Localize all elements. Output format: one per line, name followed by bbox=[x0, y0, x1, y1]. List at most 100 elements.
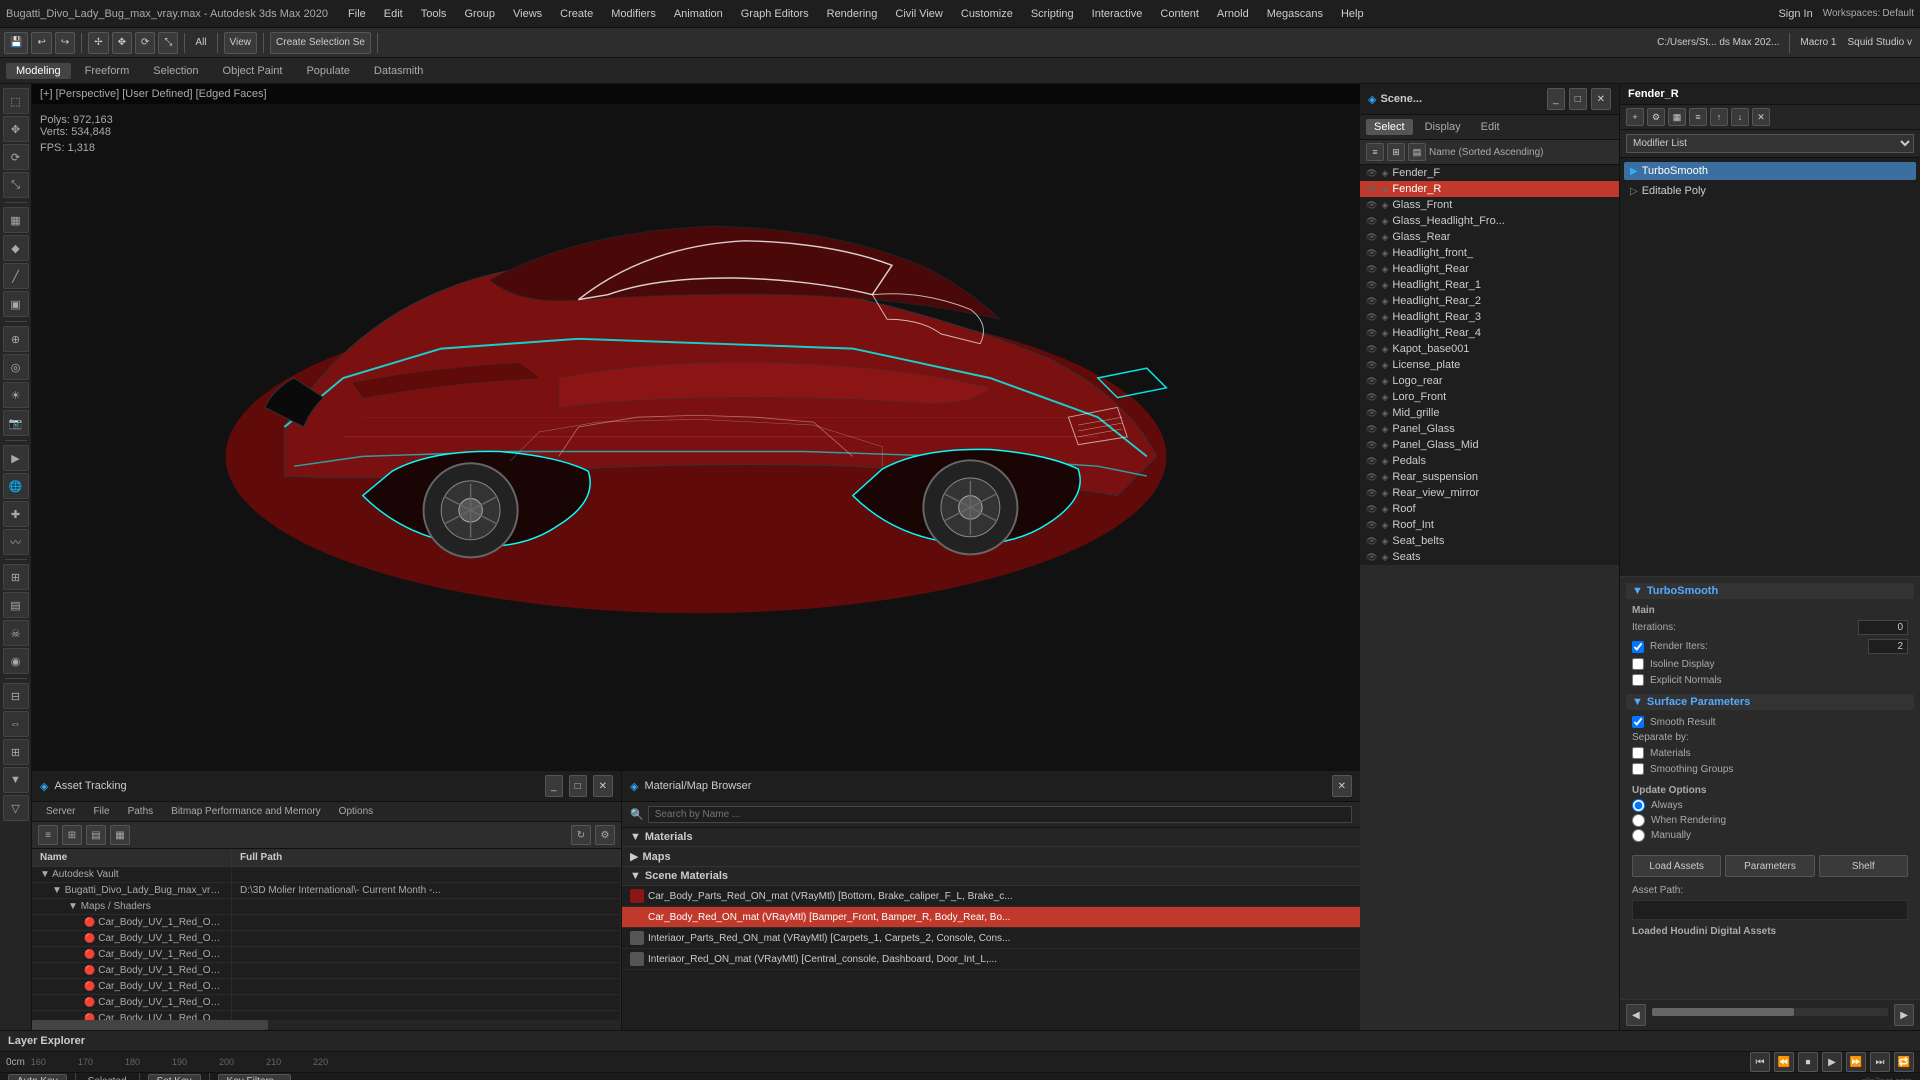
list-item[interactable]: 👁 ◈ License_plate bbox=[1360, 357, 1619, 373]
render-icon[interactable]: ◈ bbox=[1381, 456, 1388, 467]
visibility-icon[interactable]: 👁 bbox=[1366, 376, 1377, 387]
render-icon[interactable]: ◈ bbox=[1381, 280, 1388, 291]
scene-tb-btn2[interactable]: ⊞ bbox=[1387, 143, 1405, 161]
render-icon[interactable]: ◈ bbox=[1381, 424, 1388, 435]
select-btn[interactable]: ✢ bbox=[88, 32, 108, 54]
list-item[interactable]: ▼ Maps / Shaders bbox=[32, 899, 621, 915]
menu-content[interactable]: Content bbox=[1152, 6, 1207, 22]
undo-btn[interactable]: ↩ bbox=[31, 32, 51, 54]
tool-select[interactable]: ⬚ bbox=[3, 88, 29, 114]
tool-edge[interactable]: ╱ bbox=[3, 263, 29, 289]
render-icon[interactable]: ◈ bbox=[1381, 552, 1388, 563]
tool-space-warp[interactable]: 〰 bbox=[3, 529, 29, 555]
mod-tb-2[interactable]: ⚙ bbox=[1647, 108, 1665, 126]
menu-interactive[interactable]: Interactive bbox=[1084, 6, 1151, 22]
tool-array[interactable]: ⊞ bbox=[3, 739, 29, 765]
list-item[interactable]: 👁 ◈ Headlight_front_ bbox=[1360, 245, 1619, 261]
list-item[interactable]: 👁 ◈ Panel_Glass_Mid bbox=[1360, 437, 1619, 453]
render-icon[interactable]: ◈ bbox=[1381, 184, 1388, 195]
visibility-icon[interactable]: 👁 bbox=[1366, 520, 1377, 531]
visibility-icon[interactable]: 👁 bbox=[1366, 536, 1377, 547]
render-icon[interactable]: ◈ bbox=[1381, 312, 1388, 323]
tab-modeling[interactable]: Modeling bbox=[6, 63, 71, 79]
list-item[interactable]: 👁 ◈ Headlight_Rear bbox=[1360, 261, 1619, 277]
modifier-item-editable-poly[interactable]: ▷ Editable Poly bbox=[1624, 182, 1916, 200]
scene-close[interactable]: ✕ bbox=[1591, 88, 1611, 110]
list-item[interactable]: Interiaor_Red_ON_mat (VRayMtl) [Central_… bbox=[622, 949, 1360, 970]
menu-create[interactable]: Create bbox=[552, 6, 601, 22]
playback-stop[interactable]: ⏹ bbox=[1798, 1052, 1818, 1072]
tab-object-paint[interactable]: Object Paint bbox=[213, 63, 293, 79]
tool-env[interactable]: 🌐 bbox=[3, 473, 29, 499]
menu-customize[interactable]: Customize bbox=[953, 6, 1021, 22]
playback-loop[interactable]: 🔁 bbox=[1894, 1052, 1914, 1072]
tab-display[interactable]: Display bbox=[1417, 119, 1469, 135]
mb-close[interactable]: ✕ bbox=[1332, 775, 1352, 797]
render-icon[interactable]: ◈ bbox=[1381, 264, 1388, 275]
at-minimize[interactable]: _ bbox=[545, 775, 563, 797]
list-item[interactable]: ▼ Bugatti_Divo_Lady_Bug_max_vray.max D:\… bbox=[32, 883, 621, 899]
list-item[interactable]: Car_Body_Red_ON_mat (VRayMtl) [Bamper_Fr… bbox=[622, 907, 1360, 928]
render-icon[interactable]: ◈ bbox=[1381, 232, 1388, 243]
tool-snaps[interactable]: ⊞ bbox=[3, 564, 29, 590]
visibility-icon[interactable]: 👁 bbox=[1366, 280, 1377, 291]
playback-prev[interactable]: ⏪ bbox=[1774, 1052, 1794, 1072]
save-btn[interactable]: 💾 bbox=[4, 32, 28, 54]
menu-group[interactable]: Group bbox=[456, 6, 503, 22]
tool-face[interactable]: ▣ bbox=[3, 291, 29, 317]
auto-key-btn[interactable]: Auto Key bbox=[8, 1074, 67, 1080]
menu-help[interactable]: Help bbox=[1333, 6, 1372, 22]
load-assets-btn[interactable]: Load Assets bbox=[1632, 855, 1721, 877]
tab-freeform[interactable]: Freeform bbox=[75, 63, 140, 79]
list-item[interactable]: 👁 ◈ Headlight_Rear_4 bbox=[1360, 325, 1619, 341]
mod-tb-3[interactable]: ▦ bbox=[1668, 108, 1686, 126]
rotate-btn[interactable]: ⟳ bbox=[135, 32, 155, 54]
tool-align[interactable]: ⊟ bbox=[3, 683, 29, 709]
at-tb-detail[interactable]: ▤ bbox=[86, 825, 106, 845]
tool-create[interactable]: ⊕ bbox=[3, 326, 29, 352]
visibility-icon[interactable]: 👁 bbox=[1366, 344, 1377, 355]
at-menu-paths[interactable]: Paths bbox=[120, 805, 162, 818]
at-maximize[interactable]: □ bbox=[569, 775, 587, 797]
menu-views[interactable]: Views bbox=[505, 6, 550, 22]
render-icon[interactable]: ◈ bbox=[1381, 392, 1388, 403]
parameters-btn[interactable]: Parameters bbox=[1725, 855, 1814, 877]
visibility-icon[interactable]: 👁 bbox=[1366, 440, 1377, 451]
iterations-input[interactable] bbox=[1858, 620, 1908, 635]
mb-section-maps[interactable]: ▶ Maps bbox=[622, 847, 1360, 867]
tool-polygon[interactable]: ▦ bbox=[3, 207, 29, 233]
list-item[interactable]: 👁 ◈ Seat_belts bbox=[1360, 533, 1619, 549]
visibility-icon[interactable]: 👁 bbox=[1366, 360, 1377, 371]
key-filters-btn[interactable]: Key Filters... bbox=[218, 1074, 292, 1080]
list-item[interactable]: 🔴Car_Body_UV_1_Red_ON_Glossiness.png bbox=[32, 947, 621, 963]
render-icon[interactable]: ◈ bbox=[1381, 344, 1388, 355]
list-item[interactable]: 🔴Car_Body_UV_1_Red_ON_Diffuse.png bbox=[32, 915, 621, 931]
list-item[interactable]: 🔴Car_Body_UV_1_Red_ON_Refraction.png bbox=[32, 995, 621, 1011]
mod-tb-7[interactable]: ✕ bbox=[1752, 108, 1770, 126]
shelf-btn[interactable]: Shelf bbox=[1819, 855, 1908, 877]
list-item[interactable]: 👁 ◈ Fender_R bbox=[1360, 181, 1619, 197]
at-tb-refresh[interactable]: ↻ bbox=[571, 825, 591, 845]
playback-play[interactable]: ▶ bbox=[1822, 1052, 1842, 1072]
list-item[interactable]: 👁 ◈ Glass_Front bbox=[1360, 197, 1619, 213]
at-scrollbar-h[interactable] bbox=[32, 1020, 621, 1030]
tool-move[interactable]: ✥ bbox=[3, 116, 29, 142]
render-icon[interactable]: ◈ bbox=[1381, 168, 1388, 179]
playback-first[interactable]: ⏮ bbox=[1750, 1052, 1770, 1072]
mod-tb-1[interactable]: + bbox=[1626, 108, 1644, 126]
at-tb-preview[interactable]: ▦ bbox=[110, 825, 130, 845]
tool-bones[interactable]: ☠ bbox=[3, 620, 29, 646]
visibility-icon[interactable]: 👁 bbox=[1366, 504, 1377, 515]
menu-tools[interactable]: Tools bbox=[413, 6, 455, 22]
menu-edit[interactable]: Edit bbox=[376, 6, 411, 22]
tool-skin[interactable]: ◉ bbox=[3, 648, 29, 674]
at-tb-grid[interactable]: ⊞ bbox=[62, 825, 82, 845]
menu-rendering[interactable]: Rendering bbox=[819, 6, 886, 22]
menu-arnold[interactable]: Arnold bbox=[1209, 6, 1257, 22]
explicit-normals-check[interactable] bbox=[1632, 674, 1644, 686]
at-tb-settings[interactable]: ⚙ bbox=[595, 825, 615, 845]
tab-datasmith[interactable]: Datasmith bbox=[364, 63, 434, 79]
move-btn[interactable]: ✥ bbox=[112, 32, 132, 54]
menu-animation[interactable]: Animation bbox=[666, 6, 731, 22]
modifier-list-dropdown[interactable]: Modifier List bbox=[1626, 134, 1914, 153]
